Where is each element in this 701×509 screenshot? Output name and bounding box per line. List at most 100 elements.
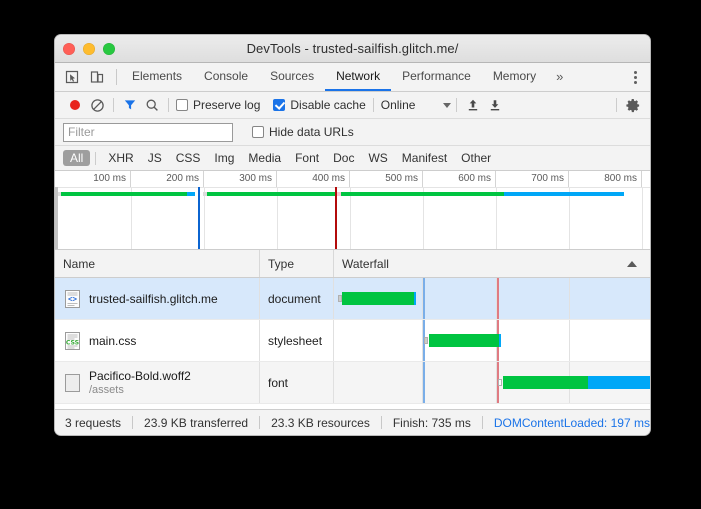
column-header-type-label: Type [268,257,294,271]
disable-cache-box[interactable] [273,99,285,111]
tab-sources[interactable]: Sources [259,63,325,91]
settings-gear-icon[interactable] [622,95,644,115]
preserve-log-label: Preserve log [193,98,260,112]
table-row[interactable]: CSS main.css stylesheet [55,320,650,362]
font-file-icon [64,373,81,393]
tab-network[interactable]: Network [325,63,391,91]
resource-type-filters: All XHR JS CSS Img Media Font Doc WS Man… [55,146,650,171]
type-filter-doc[interactable]: Doc [326,150,361,166]
overview-gridline [642,187,643,249]
request-waterfall-cell [334,320,650,361]
tabbar-divider [116,69,117,85]
search-icon[interactable] [141,95,163,115]
tab-console[interactable]: Console [193,63,259,91]
export-har-icon[interactable] [484,95,506,115]
filter-icon[interactable] [119,95,141,115]
waterfall-bar[interactable] [342,292,416,305]
type-filter-manifest[interactable]: Manifest [395,150,454,166]
waterfall-wait-segment [342,292,414,305]
overview-band-document-download [187,192,195,196]
table-row[interactable]: Pacifico-Bold.woff2 /assets font [55,362,650,404]
column-header-waterfall[interactable]: Waterfall [334,250,650,277]
hide-data-urls-checkbox[interactable]: Hide data URLs [250,125,356,139]
svg-text:<>: <> [68,294,78,303]
type-filter-js[interactable]: JS [141,150,169,166]
table-row[interactable]: <> trusted-sailfish.glitch.me document [55,278,650,320]
filter-row: Hide data URLs [55,119,650,146]
column-header-name[interactable]: Name [55,250,260,277]
minimize-window-button[interactable] [83,43,95,55]
chevron-down-icon[interactable] [443,103,451,108]
waterfall-wait-segment [503,376,588,389]
devtools-tool-icons [55,63,112,91]
type-filter-all[interactable]: All [63,150,90,166]
import-har-icon[interactable] [462,95,484,115]
overview-window-left-handle[interactable] [55,187,58,249]
waterfall-bar[interactable] [503,376,650,389]
waterfall-gridline [569,320,570,361]
close-window-button[interactable] [63,43,75,55]
request-count: 3 requests [65,416,121,430]
request-waterfall-cell [334,362,650,403]
overview-band-font-download [504,192,624,196]
overview-tick-300: 300 ms [204,171,277,187]
tab-elements[interactable]: Elements [121,63,193,91]
toolbar-divider-2 [168,98,169,112]
waterfall-dom-content-loaded-marker [423,362,425,403]
disable-cache-checkbox[interactable]: Disable cache [271,98,367,112]
waterfall-download-segment [588,376,650,389]
type-filter-font[interactable]: Font [288,150,326,166]
waterfall-download-segment [414,292,416,305]
overview-tick-500: 500 ms [350,171,423,187]
finish-time: Finish: 735 ms [393,416,471,430]
type-filter-ws[interactable]: WS [361,150,394,166]
overview-tick-800: 800 ms [569,171,642,187]
overview-tick-600: 600 ms [423,171,496,187]
preserve-log-box[interactable] [176,99,188,111]
tab-performance[interactable]: Performance [391,63,482,91]
clear-icon[interactable] [86,95,108,115]
overview-gridline [131,187,132,249]
request-type-cell: document [260,278,334,319]
status-divider [259,416,260,429]
overview-dom-content-loaded-marker [198,187,200,249]
toolbar-divider-1 [113,98,114,112]
request-type-cell: font [260,362,334,403]
request-name-text: main.css [89,334,136,348]
resources-size: 23.3 KB resources [271,416,370,430]
zoom-window-button[interactable] [103,43,115,55]
overview-ruler: 100 ms 200 ms 300 ms 400 ms 500 ms 600 m… [55,171,650,188]
column-header-name-label: Name [63,257,95,271]
svg-text:CSS: CSS [66,339,79,346]
type-filter-css[interactable]: CSS [169,150,208,166]
column-header-type[interactable]: Type [260,250,334,277]
network-overview[interactable]: 100 ms 200 ms 300 ms 400 ms 500 ms 600 m… [55,171,650,250]
overview-band-document [61,192,187,196]
overview-body[interactable] [55,187,650,249]
record-icon[interactable] [64,95,86,115]
throttling-dropdown[interactable]: Online [379,98,452,112]
waterfall-bar[interactable] [429,334,501,347]
request-type-cell: stylesheet [260,320,334,361]
hide-data-urls-box[interactable] [252,126,264,138]
window-titlebar: DevTools - trusted-sailfish.glitch.me/ [55,35,650,63]
request-name-cell: CSS main.css [55,320,260,361]
overview-gridline [569,187,570,249]
device-toolbar-icon[interactable] [88,68,106,86]
type-filter-media[interactable]: Media [241,150,288,166]
throttling-value: Online [381,98,416,112]
filter-input[interactable] [63,123,233,142]
overview-gridline [496,187,497,249]
overview-band-font [341,192,504,196]
dom-content-loaded-time: DOMContentLoaded: 197 ms [494,416,650,430]
more-tabs-button[interactable]: » [547,63,572,91]
tab-memory[interactable]: Memory [482,63,547,91]
request-path: /assets [89,383,191,397]
kebab-menu-icon[interactable] [627,68,643,86]
preserve-log-checkbox[interactable]: Preserve log [174,98,262,112]
type-filter-other[interactable]: Other [454,150,498,166]
overview-gridline [277,187,278,249]
inspect-element-icon[interactable] [63,68,81,86]
type-filter-img[interactable]: Img [207,150,241,166]
type-filter-xhr[interactable]: XHR [101,150,140,166]
